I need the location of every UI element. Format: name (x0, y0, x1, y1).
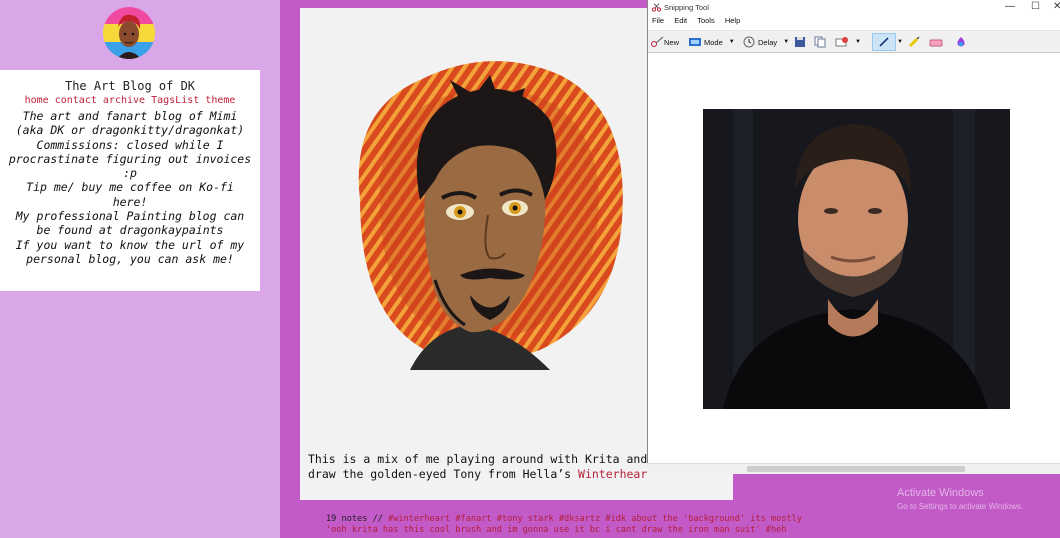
watermark-line: Go to Settings to activate Windows. (897, 502, 1024, 511)
activate-windows-watermark: Activate Windows Go to Settings to activ… (897, 487, 1023, 511)
paint-drop-icon (957, 37, 965, 47)
post-artwork[interactable] (340, 50, 630, 370)
description-line: My professional Painting blog can (15, 209, 245, 224)
scissors-icon (652, 3, 661, 12)
delay-button[interactable]: Delay ▼ (743, 35, 789, 49)
pen-icon (879, 37, 889, 47)
menu-file[interactable]: File (652, 16, 664, 25)
tags-line[interactable]: 'ooh krita has this cool brush and im go… (326, 525, 846, 536)
pen-button[interactable] (872, 33, 896, 51)
nav-contact-link[interactable]: contact (55, 95, 97, 106)
snipping-tool-titlebar[interactable]: Snipping Tool — ☐ ✕ (648, 0, 1060, 16)
mode-button[interactable]: Mode ▼ (688, 35, 735, 49)
menu-edit[interactable]: Edit (674, 16, 687, 25)
description-line: here! (112, 194, 148, 209)
avatar[interactable] (103, 7, 155, 59)
minimize-icon[interactable]: — (1005, 1, 1015, 12)
blog-nav: home contact archive TagsList theme (0, 94, 260, 108)
description-line: (aka DK or dragonkitty/dragonkat) (15, 123, 245, 138)
winterheart-link[interactable]: Winterheart (578, 467, 648, 481)
paint3d-button[interactable] (955, 35, 967, 49)
description-line: personal blog, you can ask me! (26, 251, 234, 266)
nav-tagslist-link[interactable]: TagsList (151, 95, 199, 106)
nav-theme-link[interactable]: theme (205, 95, 235, 106)
caption-line: draw the golden-eyed Tony from Hella’s W… (308, 467, 648, 482)
menu-bar: File Edit Tools Help (648, 16, 1060, 30)
blog-description: The art and fanart blog of Mimi (aka DK … (0, 109, 260, 266)
scrollbar-thumb[interactable] (747, 466, 965, 472)
post-caption: This is a mix of me playing around with … (308, 452, 648, 482)
clock-icon (743, 36, 755, 48)
caption-line: This is a mix of me playing around with … (308, 452, 648, 466)
snipping-toolbar: New Mode ▼ Delay ▼ ▼ ▼ (648, 30, 1060, 53)
highlighter-button[interactable] (908, 35, 920, 49)
send-icon (835, 37, 848, 47)
description-line: Tip me/ buy me coffee on Ko-fi (26, 180, 234, 195)
blog-info-card: The Art Blog of DK home contact archive … (0, 70, 260, 291)
pen-dropdown[interactable]: ▼ (897, 35, 903, 49)
highlighter-icon (908, 36, 920, 48)
description-line: If you want to know the url of my (15, 237, 245, 252)
eraser-icon (929, 39, 943, 47)
nav-home-link[interactable]: home (25, 95, 49, 106)
eraser-button[interactable] (929, 35, 943, 49)
chevron-down-icon: ▼ (855, 39, 861, 45)
window-title: Snipping Tool (664, 3, 709, 12)
menu-help[interactable]: Help (725, 16, 740, 25)
mode-icon (689, 38, 701, 46)
copy-button[interactable] (814, 35, 826, 49)
save-icon (795, 37, 805, 47)
caption-text: draw the golden-eyed Tony from Hella’s (308, 467, 579, 481)
description-line: be found at dragonkaypaints (36, 223, 224, 238)
close-icon[interactable]: ✕ (1053, 1, 1060, 12)
watermark-line: Activate Windows (897, 487, 984, 499)
notes-count[interactable]: 19 notes // (326, 514, 383, 524)
snipped-photo (703, 109, 1010, 409)
blog-title: The Art Blog of DK (64, 79, 196, 93)
new-label: New (664, 37, 680, 47)
send-snip-button[interactable]: ▼ (835, 35, 861, 49)
description-line: procrastinate figuring out invoices (8, 151, 252, 166)
copy-icon (814, 36, 826, 48)
tags-text[interactable]: #winterheart #fanart #tony stark #dksart… (388, 514, 802, 524)
horizontal-scrollbar[interactable] (647, 463, 1060, 474)
save-button[interactable] (794, 35, 806, 49)
chevron-down-icon: ▼ (897, 39, 903, 45)
chevron-down-icon: ▼ (728, 39, 735, 45)
description-line: Commissions: closed while I (36, 137, 224, 152)
tags-line: 19 notes // #winterheart #fanart #tony s… (326, 514, 846, 525)
delay-label: Delay (758, 37, 778, 47)
maximize-icon[interactable]: ☐ (1031, 1, 1040, 12)
nav-archive-link[interactable]: archive (103, 95, 145, 106)
mode-label: Mode (704, 37, 723, 47)
menu-tools[interactable]: Tools (697, 16, 715, 25)
chevron-down-icon: ▼ (783, 39, 790, 45)
new-snip-icon (651, 36, 664, 47)
description-line: The art and fanart blog of Mimi (22, 109, 238, 123)
description-line: :p (123, 166, 137, 181)
post-tags: 19 notes // #winterheart #fanart #tony s… (326, 514, 846, 536)
new-button[interactable]: New (650, 35, 679, 49)
